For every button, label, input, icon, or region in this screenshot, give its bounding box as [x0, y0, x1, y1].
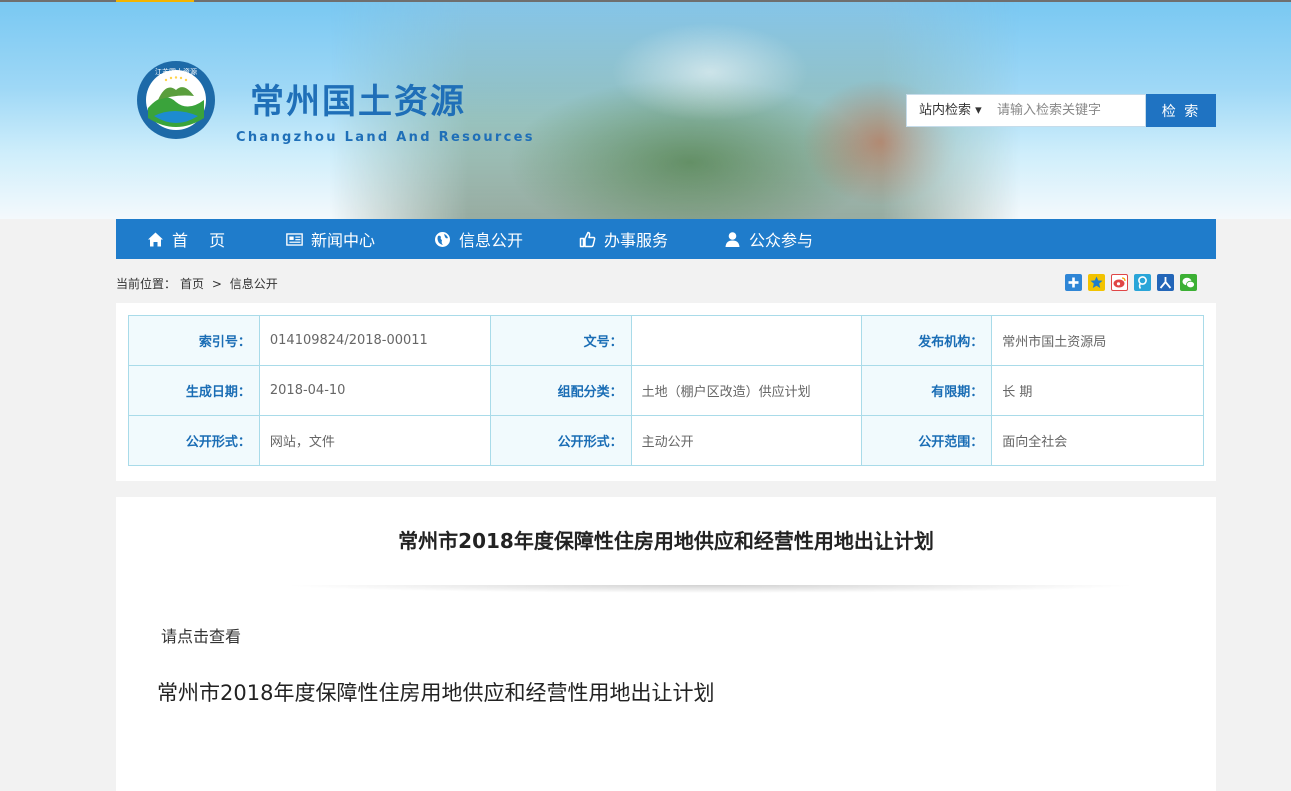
- nav-item-service[interactable]: 办事服务: [579, 219, 724, 259]
- site-subtitle: Changzhou Land And Resources: [236, 130, 535, 145]
- qzone-share-icon[interactable]: [1088, 274, 1105, 291]
- search-input[interactable]: [986, 94, 1146, 127]
- meta-key-created-date: 生成日期：: [128, 365, 260, 416]
- meta-key-publisher: 发布机构：: [861, 315, 993, 366]
- add-share-icon[interactable]: [1065, 274, 1082, 291]
- meta-key-document-number: 文号：: [489, 315, 632, 366]
- user-icon: [724, 231, 741, 248]
- breadcrumb: 当前位置： 首页 > 信息公开: [116, 275, 282, 292]
- meta-key-disclosure-form: 公开形式：: [128, 415, 260, 466]
- meta-value-disclosure-mode: 主动公开: [630, 415, 863, 466]
- breadcrumb-prefix: 当前位置：: [116, 277, 177, 291]
- meta-key-disclosure-scope: 公开范围：: [861, 415, 993, 466]
- breadcrumb-separator: >: [211, 277, 222, 291]
- svg-text:江苏国土资源: 江苏国土资源: [155, 67, 197, 76]
- wechat-share-icon[interactable]: [1180, 274, 1197, 291]
- meta-value-validity: 长 期: [991, 365, 1204, 416]
- site-header: 江苏国土资源 常州国土资源 Changzhou Land And Resourc…: [0, 2, 1291, 219]
- thumbs-up-icon: [579, 231, 596, 248]
- nav-item-news[interactable]: 新闻中心: [286, 219, 434, 259]
- globe-icon: [434, 231, 451, 248]
- meta-row: 索引号： 014109824/2018-00011 文号： 发布机构： 常州市国…: [128, 315, 1204, 366]
- meta-row: 公开形式： 网站，文件 公开形式： 主动公开 公开范围： 面向全社会: [128, 415, 1204, 466]
- nav-label-info: 信息公开: [459, 231, 524, 250]
- renren-share-icon[interactable]: [1157, 274, 1174, 291]
- meta-value-document-number: [630, 315, 863, 366]
- meta-value-publisher: 常州市国土资源局: [991, 315, 1204, 366]
- meta-value-index-number: 014109824/2018-00011: [258, 315, 491, 366]
- weibo-share-icon[interactable]: [1111, 274, 1128, 291]
- main-nav: 首 页 新闻中心 信息公开 办事服务 公众参与: [116, 219, 1216, 259]
- document-link[interactable]: 常州市2018年度保障性住房用地供应和经营性用地出让计划: [157, 677, 714, 707]
- meta-value-created-date: 2018-04-10: [258, 365, 491, 416]
- share-bar: [1065, 274, 1197, 291]
- breadcrumb-home-link[interactable]: 首页: [180, 277, 204, 291]
- document-meta-table: 索引号： 014109824/2018-00011 文号： 发布机构： 常州市国…: [128, 315, 1204, 466]
- nav-item-participation[interactable]: 公众参与: [724, 219, 844, 259]
- meta-value-disclosure-form: 网站，文件: [258, 415, 491, 466]
- meta-key-validity: 有限期：: [861, 365, 993, 416]
- meta-key-category: 组配分类：: [489, 365, 632, 416]
- nav-item-info[interactable]: 信息公开: [434, 219, 579, 259]
- article-panel: 常州市2018年度保障性住房用地供应和经营性用地出让计划 请点击查看 常州市20…: [116, 497, 1216, 791]
- meta-value-disclosure-scope: 面向全社会: [991, 415, 1204, 466]
- click-hint-text: 请点击查看: [161, 627, 242, 646]
- home-icon: [147, 231, 164, 248]
- nav-label-home: 首 页: [172, 231, 226, 250]
- search-scope-dropdown[interactable]: 站内检索 ▾: [906, 94, 986, 127]
- breadcrumb-current[interactable]: 信息公开: [230, 277, 278, 291]
- article-title: 常州市2018年度保障性住房用地供应和经营性用地出让计划: [398, 529, 934, 553]
- document-meta-panel: 索引号： 014109824/2018-00011 文号： 发布机构： 常州市国…: [116, 303, 1216, 481]
- newspaper-icon: [286, 231, 303, 248]
- nav-item-home[interactable]: 首 页: [147, 219, 286, 259]
- meta-key-disclosure-mode: 公开形式：: [489, 415, 632, 466]
- meta-value-category: 土地（棚户区改造）供应计划: [630, 365, 863, 416]
- nav-label-service: 办事服务: [604, 231, 669, 250]
- site-logo[interactable]: 江苏国土资源: [136, 60, 216, 140]
- tencent-weibo-share-icon[interactable]: [1134, 274, 1151, 291]
- article-divider: [286, 585, 1136, 593]
- site-title: 常州国土资源: [250, 82, 466, 122]
- nav-label-news: 新闻中心: [311, 231, 376, 250]
- site-search: 站内检索 ▾ 检 索: [906, 94, 1216, 127]
- search-button[interactable]: 检 索: [1146, 94, 1216, 127]
- meta-key-index-number: 索引号：: [128, 315, 260, 366]
- nav-label-participation: 公众参与: [749, 231, 814, 250]
- meta-row: 生成日期： 2018-04-10 组配分类： 土地（棚户区改造）供应计划 有限期…: [128, 365, 1204, 416]
